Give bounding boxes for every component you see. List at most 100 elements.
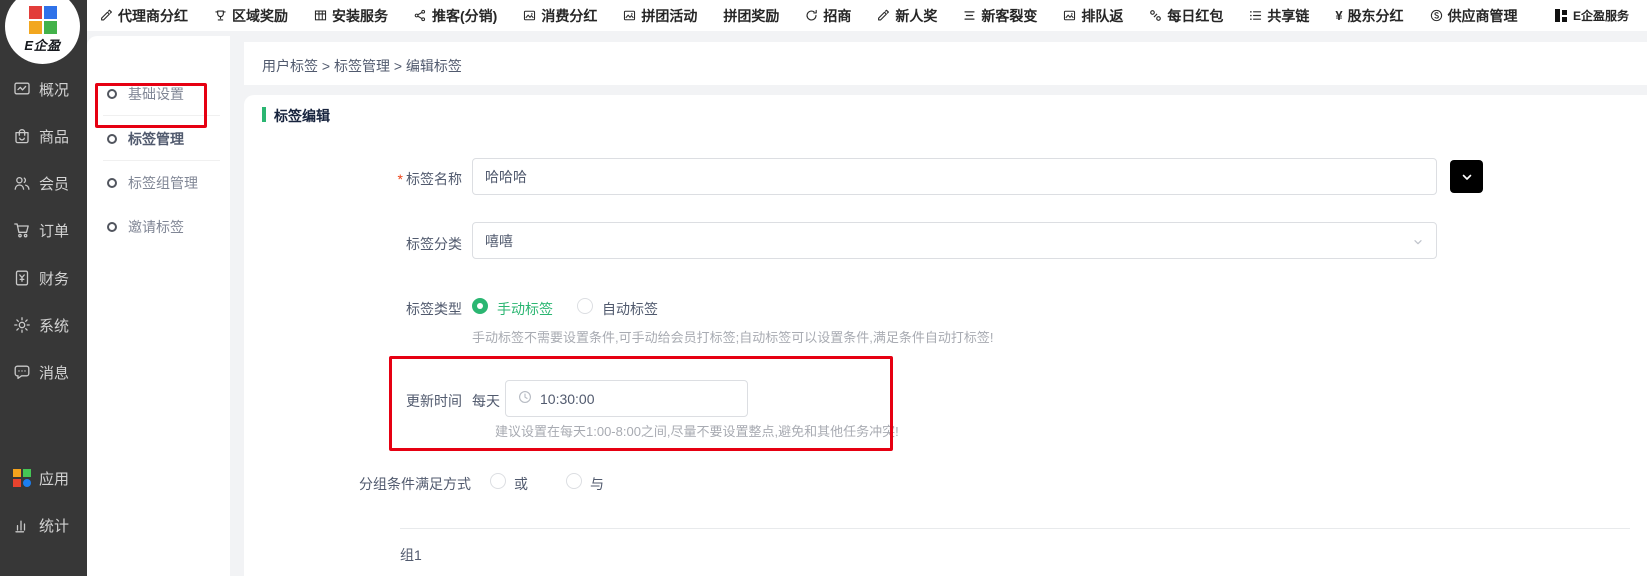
tag-category-value: 嘻嘻 bbox=[485, 231, 513, 251]
breadcrumb-bar: 用户标签 > 标签管理 > 编辑标签 bbox=[244, 42, 1647, 85]
collapse-dropdown-button[interactable] bbox=[1450, 160, 1483, 193]
topbar-item-region-reward[interactable]: 区域奖励 bbox=[214, 6, 288, 26]
topbar-item-share-chain[interactable]: 共享链 bbox=[1249, 6, 1309, 26]
subsidebar-item-tag-management[interactable]: 标签管理 bbox=[107, 128, 184, 150]
primary-sidebar: 概况 商品 会员 订单 财务 系统 消息 应用 bbox=[0, 0, 87, 576]
topbar-item-supplier-management[interactable]: 供应商管理 bbox=[1430, 6, 1518, 26]
required-asterisk: * bbox=[398, 171, 403, 187]
manual-tag-radio[interactable] bbox=[472, 298, 488, 314]
tag-type-label: 标签类型 bbox=[380, 299, 462, 319]
chevron-down-icon bbox=[1412, 235, 1424, 251]
topbar-item-promoter-distribution[interactable]: 推客(分销) bbox=[414, 6, 497, 26]
table-icon bbox=[314, 9, 327, 22]
pen-icon bbox=[100, 9, 113, 22]
sidebar-item-orders[interactable]: 订单 bbox=[13, 219, 69, 241]
topbar-item-groupbuy-reward[interactable]: 拼团奖励 bbox=[723, 6, 779, 26]
topbar-item-install-service[interactable]: 安装服务 bbox=[314, 6, 388, 26]
tag-category-select[interactable]: 嘻嘻 bbox=[472, 222, 1437, 259]
menu-lines-icon bbox=[963, 9, 976, 22]
topbar-item-queue-return[interactable]: 排队返 bbox=[1063, 6, 1123, 26]
topbar-item-label: 推客(分销) bbox=[432, 6, 497, 26]
yen-icon: ¥ bbox=[1335, 9, 1342, 22]
list-icon bbox=[1249, 9, 1262, 22]
sidebar-item-stats[interactable]: 统计 bbox=[13, 514, 69, 536]
manual-tag-radio-label[interactable]: 手动标签 bbox=[497, 299, 553, 319]
sidebar-item-label: 应用 bbox=[39, 468, 69, 489]
topbar-item-daily-redpacket[interactable]: 每日红包 bbox=[1149, 6, 1223, 26]
sidebar-item-goods[interactable]: 商品 bbox=[13, 125, 69, 147]
apps-icon bbox=[13, 469, 31, 487]
topbar-item-label: 安装服务 bbox=[332, 6, 388, 26]
orders-cart-icon bbox=[13, 221, 31, 239]
sidebar-item-overview[interactable]: 概况 bbox=[13, 78, 69, 100]
sidebar-item-label: 商品 bbox=[39, 126, 69, 147]
tag-name-value: 哈哈哈 bbox=[485, 167, 527, 187]
auto-tag-radio-label[interactable]: 自动标签 bbox=[602, 299, 658, 319]
group-or-radio-label[interactable]: 或 bbox=[514, 474, 528, 494]
topbar-item-shareholder-dividend[interactable]: ¥ 股东分红 bbox=[1335, 6, 1403, 26]
topbar-item-label: 消费分红 bbox=[541, 6, 597, 26]
settings-gear-icon bbox=[13, 316, 31, 334]
update-time-input[interactable]: 10:30:00 bbox=[505, 380, 748, 417]
tag-type-help-text: 手动标签不需要设置条件,可手动给会员打标签;自动标签可以设置条件,满足条件自动打… bbox=[472, 327, 993, 346]
subsidebar-item-invite-tag[interactable]: 邀请标签 bbox=[107, 216, 184, 238]
stats-icon bbox=[13, 516, 31, 534]
sidebar-item-label: 订单 bbox=[39, 220, 69, 241]
grid-icon bbox=[1555, 9, 1567, 22]
logo-text: E企盈 bbox=[24, 35, 60, 54]
auto-tag-radio[interactable] bbox=[577, 298, 593, 314]
subsidebar-item-basic-settings[interactable]: 基础设置 bbox=[107, 83, 184, 105]
circle-bullet-icon bbox=[107, 222, 117, 232]
update-time-help-text: 建议设置在每天1:00-8:00之间,尽量不要设置整点,避免和其他任务冲突! bbox=[495, 421, 899, 440]
circle-bullet-icon bbox=[107, 89, 117, 99]
sidebar-item-label: 概况 bbox=[39, 79, 69, 100]
topbar-item-groupbuy-activity[interactable]: 拼团活动 bbox=[623, 6, 697, 26]
subsidebar-item-label: 标签组管理 bbox=[128, 173, 198, 193]
group-or-radio[interactable] bbox=[490, 473, 506, 489]
group-and-radio[interactable] bbox=[566, 473, 582, 489]
subsidebar-item-label: 邀请标签 bbox=[128, 217, 184, 237]
trophy-icon bbox=[214, 9, 227, 22]
section-accent-bar bbox=[262, 107, 266, 122]
group-and-radio-label[interactable]: 与 bbox=[590, 474, 604, 494]
divider bbox=[400, 528, 1630, 529]
topbar-item-label: 拼团奖励 bbox=[723, 6, 779, 26]
logo-mark-icon bbox=[29, 6, 57, 34]
dashboard-icon bbox=[13, 80, 31, 98]
topbar-item-newcomer-award[interactable]: 新人奖 bbox=[877, 6, 937, 26]
update-time-label: 更新时间 bbox=[380, 391, 462, 411]
topbar-item-investment[interactable]: 招商 bbox=[805, 6, 851, 26]
sidebar-item-label: 系统 bbox=[39, 315, 69, 336]
update-time-value: 10:30:00 bbox=[540, 391, 595, 407]
recycle-icon bbox=[805, 9, 818, 22]
sidebar-item-finance[interactable]: 财务 bbox=[13, 267, 69, 289]
subsidebar-item-tag-group-management[interactable]: 标签组管理 bbox=[107, 172, 198, 194]
sidebar-item-apps[interactable]: 应用 bbox=[13, 467, 69, 489]
topbar-item-label: 股东分红 bbox=[1348, 6, 1404, 26]
topbar-item-eqy-service[interactable]: E企盈服务 bbox=[1555, 7, 1629, 24]
goods-icon bbox=[13, 127, 31, 145]
sidebar-item-members[interactable]: 会员 bbox=[13, 172, 69, 194]
breadcrumb: 用户标签 > 标签管理 > 编辑标签 bbox=[262, 56, 462, 76]
divider bbox=[103, 160, 220, 161]
topbar-item-newclient-fission[interactable]: 新客裂变 bbox=[963, 6, 1037, 26]
update-time-prefix: 每天 bbox=[472, 391, 500, 411]
topbar-item-agent-dividend[interactable]: 代理商分红 bbox=[100, 6, 188, 26]
image-icon bbox=[1063, 9, 1076, 22]
tag-name-input[interactable]: 哈哈哈 bbox=[472, 158, 1437, 195]
topbar-item-consume-dividend[interactable]: 消费分红 bbox=[523, 6, 597, 26]
members-icon bbox=[13, 174, 31, 192]
sidebar-item-system[interactable]: 系统 bbox=[13, 314, 69, 336]
group-mode-label: 分组条件满足方式 bbox=[350, 474, 471, 494]
sidebar-item-label: 会员 bbox=[39, 173, 69, 194]
circled-s-icon bbox=[1430, 9, 1443, 22]
sidebar-item-messages[interactable]: 消息 bbox=[13, 361, 69, 383]
pen-icon bbox=[877, 9, 890, 22]
message-icon bbox=[13, 363, 31, 381]
topbar-item-label: 招商 bbox=[823, 6, 851, 26]
circle-bullet-icon bbox=[107, 134, 117, 144]
topbar-item-label: 供应商管理 bbox=[1448, 6, 1518, 26]
topbar-item-label: 新人奖 bbox=[895, 6, 937, 26]
chevron-down-icon bbox=[1460, 170, 1474, 184]
topbar-item-label: 代理商分红 bbox=[118, 6, 188, 26]
